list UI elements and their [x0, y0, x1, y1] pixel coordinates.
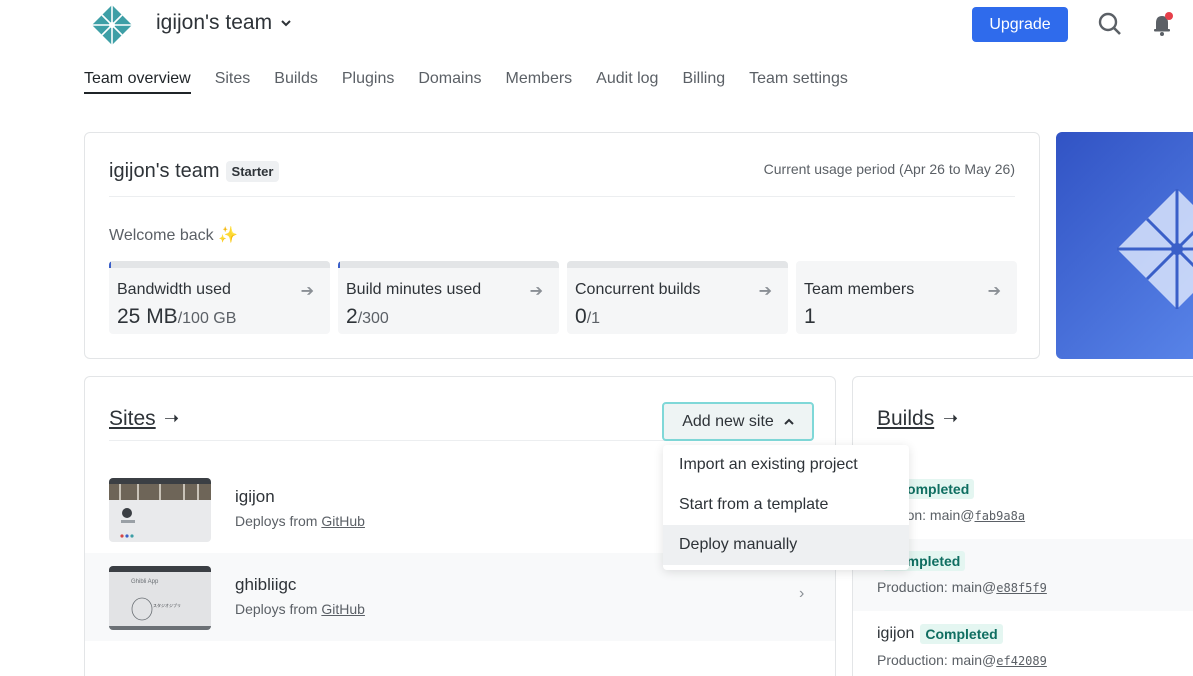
stat-label: Team members — [804, 281, 915, 298]
plan-badge: Starter — [225, 161, 280, 182]
tab-builds[interactable]: Builds — [274, 70, 318, 94]
menu-item-start-from-template[interactable]: Start from a template — [663, 485, 909, 525]
builds-link[interactable]: Builds — [877, 407, 934, 431]
usage-period: Current usage period (Apr 26 to May 26) — [763, 161, 1015, 177]
build-info: Production: main@e88f5f9 — [877, 579, 1047, 595]
team-switcher[interactable]: igijon's team — [156, 11, 292, 35]
status-badge: Completed — [920, 624, 1003, 644]
upgrade-button[interactable]: Upgrade — [972, 7, 1068, 42]
arrow-right-icon: ➔ — [758, 283, 772, 300]
github-link[interactable]: GitHub — [321, 513, 365, 529]
github-link[interactable]: GitHub — [321, 601, 365, 617]
top-header: igijon's team Upgrade — [0, 0, 1193, 52]
overview-title: igijon's team Starter — [109, 160, 280, 183]
promo-banner[interactable] — [1056, 132, 1193, 359]
usage-bar-fill — [109, 261, 112, 268]
tab-members[interactable]: Members — [505, 70, 572, 94]
commit-link[interactable]: e88f5f9 — [996, 581, 1047, 595]
build-site: igijon Completed — [877, 624, 1003, 644]
thumbnail-title: Ghibli App — [131, 579, 159, 585]
stat-value: 25 MB/100 GB — [117, 305, 237, 328]
thumbnail-text: スタジオジブリ — [153, 603, 181, 608]
team-overview-card: igijon's team Starter Current usage peri… — [84, 132, 1040, 359]
chevron-up-icon — [784, 418, 794, 425]
tab-billing[interactable]: Billing — [682, 70, 725, 94]
add-new-site-label: Add new site — [682, 412, 774, 430]
site-name: ghibliigc — [235, 575, 297, 594]
build-site-name: igijon — [877, 625, 915, 642]
stat-value: 2/300 — [346, 305, 389, 328]
menu-item-deploy-manually[interactable]: Deploy manually — [663, 525, 909, 565]
site-deploy-source: Deploys from GitHub — [235, 513, 365, 529]
stat-label: Build minutes used — [346, 281, 482, 298]
arrow-right-icon: ➝ — [164, 408, 180, 428]
chevron-right-icon: › — [799, 585, 805, 602]
stat-value: 1 — [804, 305, 816, 328]
stat-build-minutes[interactable]: Build minutes used ➔ 2/300 — [338, 261, 559, 334]
commit-link[interactable]: ef42089 — [996, 654, 1047, 668]
welcome-message: Welcome back ✨ — [109, 227, 238, 244]
search-icon[interactable] — [1097, 11, 1123, 37]
site-thumbnail: Ghibli App スタジオジブリ — [109, 566, 211, 630]
overview-team-name: igijon's team — [109, 160, 220, 182]
site-thumbnail — [109, 478, 211, 542]
arrow-right-icon: ➔ — [300, 283, 314, 300]
tab-team-settings[interactable]: Team settings — [749, 70, 848, 94]
stat-bandwidth[interactable]: Bandwidth used ➔ 25 MB/100 GB — [109, 261, 330, 334]
tab-plugins[interactable]: Plugins — [342, 70, 394, 94]
tab-audit-log[interactable]: Audit log — [596, 70, 658, 94]
add-site-dropdown-menu: Import an existing project Start from a … — [663, 445, 909, 570]
notification-dot — [1165, 12, 1173, 20]
sites-link[interactable]: Sites — [109, 407, 156, 431]
menu-item-import-project[interactable]: Import an existing project — [663, 445, 909, 485]
commit-link[interactable]: fab9a8a — [974, 509, 1025, 523]
usage-stats: Bandwidth used ➔ 25 MB/100 GB Build minu… — [109, 261, 1017, 334]
build-row[interactable]: igijon Completed Production: main@ef42089 — [853, 612, 1193, 676]
tab-sites[interactable]: Sites — [215, 70, 251, 94]
arrow-right-icon: ➔ — [987, 283, 1001, 300]
tab-domains[interactable]: Domains — [418, 70, 481, 94]
arrow-right-icon: ➔ — [529, 283, 543, 300]
arrow-right-icon: ➝ — [943, 408, 959, 428]
netlify-logo-icon[interactable] — [90, 3, 134, 47]
divider — [109, 196, 1015, 197]
stat-team-members[interactable]: Team members ➔ 1 — [796, 261, 1017, 334]
site-deploy-source: Deploys from GitHub — [235, 601, 365, 617]
stat-value: 0/1 — [575, 305, 601, 328]
stat-label: Concurrent builds — [575, 281, 701, 298]
netlify-logo-icon — [1117, 189, 1193, 309]
team-nav: Team overview Sites Builds Plugins Domai… — [84, 70, 848, 94]
chevron-down-icon — [281, 20, 291, 27]
usage-bar — [567, 261, 788, 268]
notification-bell-icon[interactable] — [1150, 11, 1176, 37]
usage-bar-fill — [338, 261, 341, 268]
stat-concurrent-builds[interactable]: Concurrent builds ➔ 0/1 — [567, 261, 788, 334]
stat-label: Bandwidth used — [117, 281, 231, 298]
team-name: igijon's team — [156, 11, 273, 34]
add-new-site-button[interactable]: Add new site — [662, 402, 814, 441]
build-info: Production: main@ef42089 — [877, 652, 1047, 668]
usage-bar — [338, 261, 559, 268]
site-name: igijon — [235, 487, 275, 506]
usage-bar — [109, 261, 330, 268]
tab-team-overview[interactable]: Team overview — [84, 70, 191, 94]
